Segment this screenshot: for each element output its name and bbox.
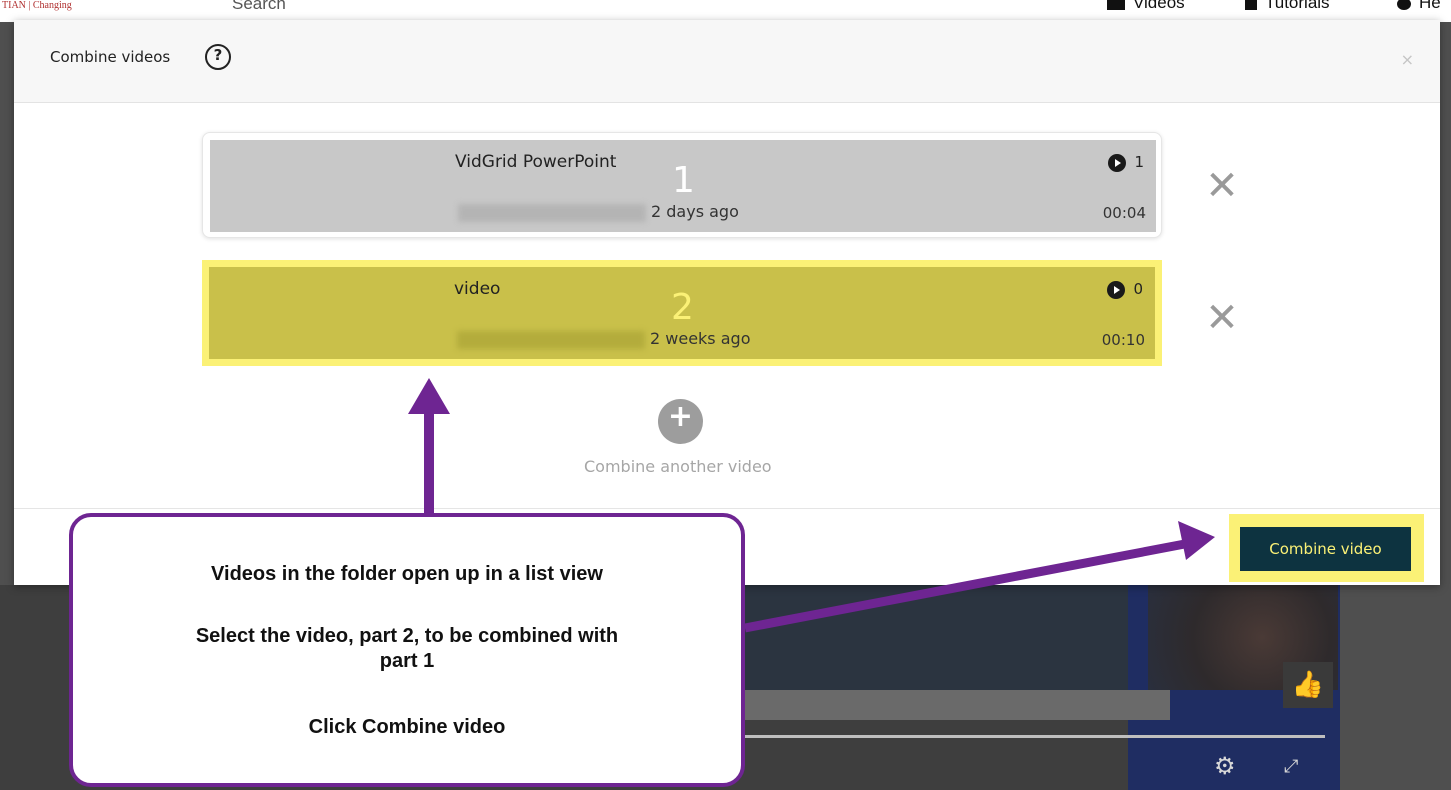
arrow-right-head [1178,521,1215,560]
instruction-callout: Videos in the folder open up in a list v… [69,513,745,787]
arrow-right-shaft [744,538,1191,633]
callout-line-3: part 1 [379,650,435,672]
arrow-up-head [408,378,450,414]
callout-line-4: Click Combine video [308,716,506,738]
callout-line-1: Videos in the folder open up in a list v… [211,563,603,585]
callout-line-2: Select the video, part 2, to be combined… [195,625,619,647]
arrow-up-shaft [424,408,434,516]
